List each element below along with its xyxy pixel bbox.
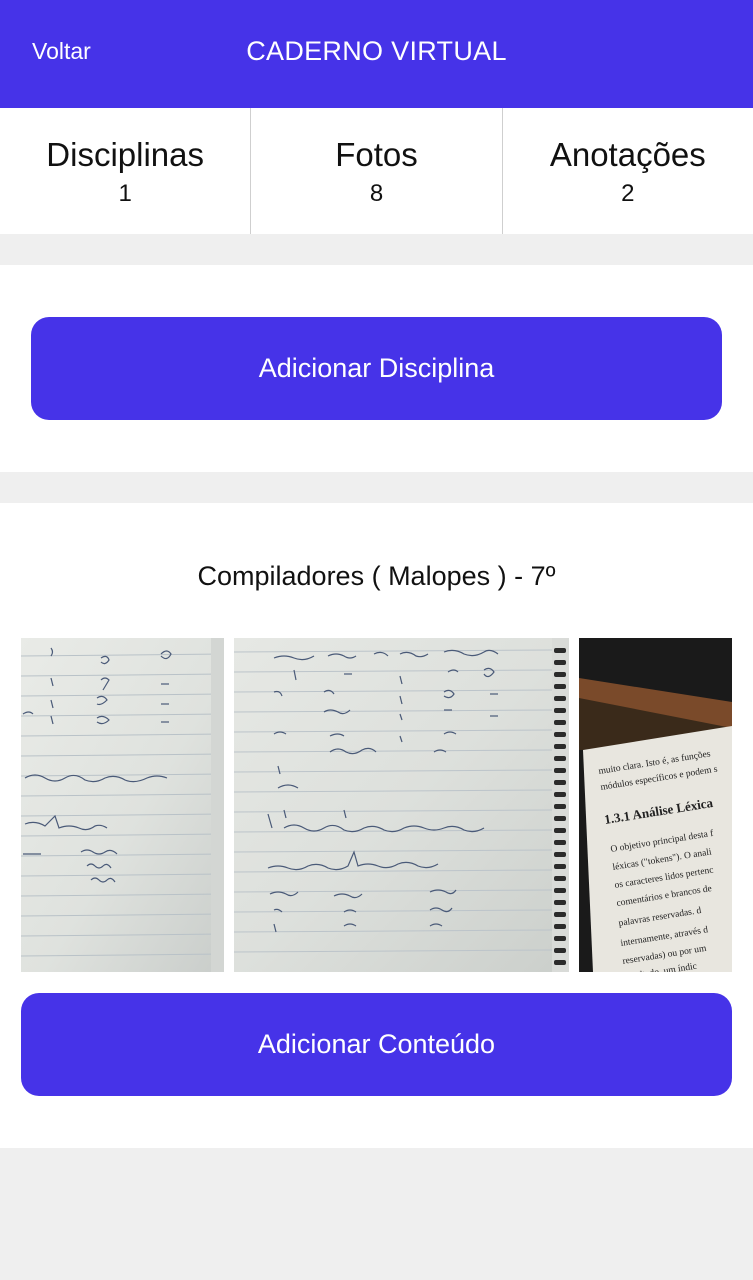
stat-fotos[interactable]: Fotos 8 xyxy=(251,108,503,234)
photo-thumbnail[interactable] xyxy=(21,638,224,972)
page-title: CADERNO VIRTUAL xyxy=(246,36,507,66)
stat-anotacoes[interactable]: Anotações 2 xyxy=(503,108,753,234)
photo-thumbnail[interactable]: muito clara. Isto é, as funções módulos … xyxy=(579,638,732,972)
book-photo-image: muito clara. Isto é, as funções módulos … xyxy=(579,638,732,972)
stat-label: Anotações xyxy=(549,136,706,173)
photo-thumbnail[interactable] xyxy=(234,638,569,972)
stat-label: Fotos xyxy=(335,136,418,173)
stat-count: 8 xyxy=(369,180,384,207)
subject-card: Compiladores ( Malopes ) - 7º muito clar… xyxy=(0,503,753,1148)
stat-count: 2 xyxy=(621,180,635,207)
notebook-photo-image xyxy=(21,638,224,972)
subject-title: Compiladores ( Malopes ) - 7º xyxy=(197,561,556,591)
add-discipline-card: Adicionar Disciplina xyxy=(0,265,753,472)
notebook-photo-image xyxy=(234,638,569,972)
stat-count: 1 xyxy=(118,180,132,207)
photo-gallery[interactable]: muito clara. Isto é, as funções módulos … xyxy=(21,638,732,972)
add-discipline-button[interactable]: Adicionar Disciplina xyxy=(31,317,722,420)
stats-bar: Disciplinas 1 Fotos 8 Anotações 2 xyxy=(0,108,753,234)
add-content-button[interactable]: Adicionar Conteúdo xyxy=(21,993,732,1096)
stat-label: Disciplinas xyxy=(46,136,205,173)
stat-disciplinas[interactable]: Disciplinas 1 xyxy=(0,108,252,234)
app-header: Voltar CADERNO VIRTUAL xyxy=(0,0,753,108)
